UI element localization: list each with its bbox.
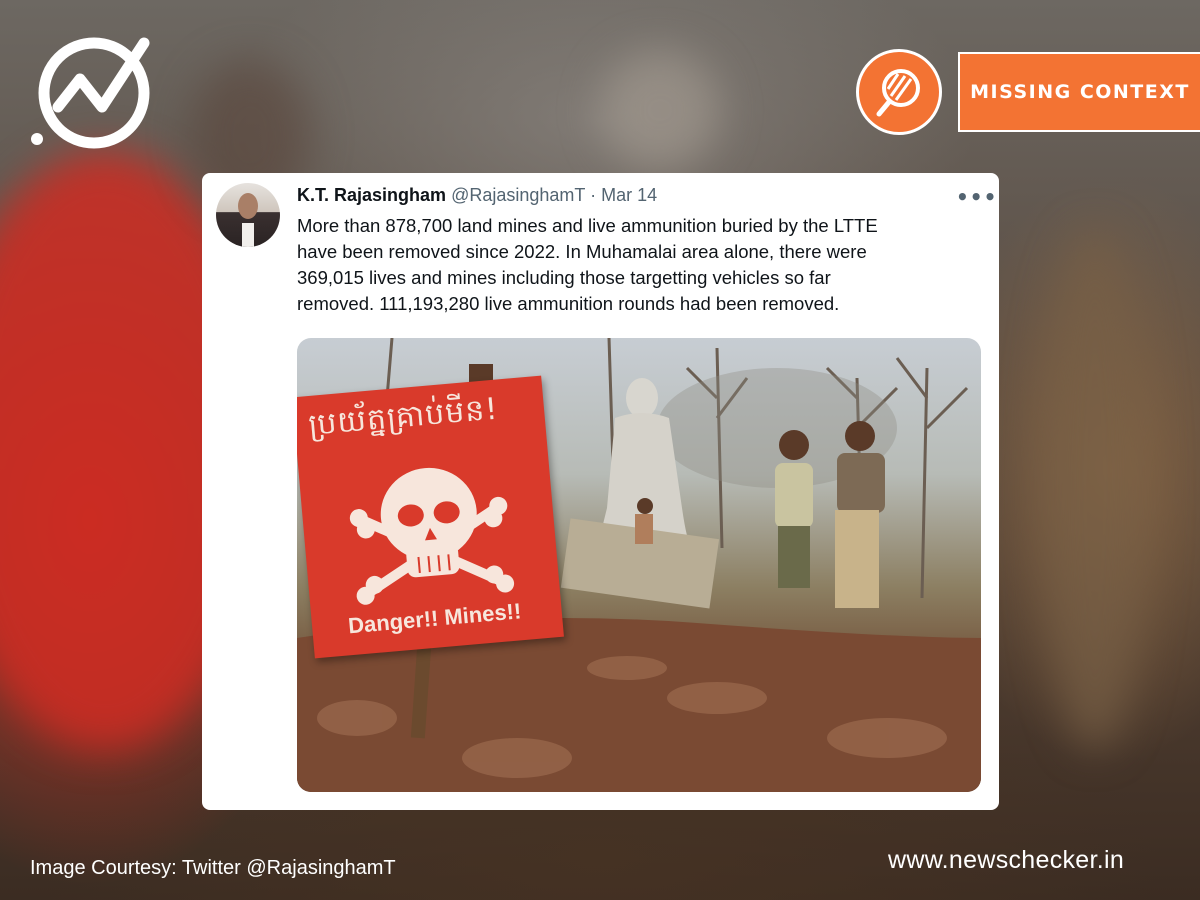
image-credit: Image Courtesy: Twitter @RajasinghamT <box>30 857 396 879</box>
blurred-figure <box>1040 230 1150 750</box>
author-name[interactable]: K.T. Rajasingham <box>297 185 446 205</box>
avatar-face <box>238 193 258 219</box>
separator: · <box>590 185 597 205</box>
more-options-icon[interactable]: ••• <box>956 185 997 209</box>
magnifier-stripes-icon <box>876 69 920 117</box>
verdict-badge: MISSING CONTEXT <box>958 52 1200 132</box>
danger-sign: ប្រយ័ត្នគ្រាប់មីន! Danger!! Mines!! <box>297 375 564 659</box>
newschecker-logo <box>31 37 150 149</box>
site-url: www.newschecker.in <box>888 846 1125 874</box>
tweet-header: K.T. Rajasingham @RajasinghamT · Mar 14 <box>297 185 657 206</box>
tweet-date[interactable]: Mar 14 <box>601 185 657 205</box>
avatar[interactable] <box>216 183 280 247</box>
tweet-card: K.T. Rajasingham @RajasinghamT · Mar 14 … <box>202 173 999 810</box>
blurred-shape <box>600 50 720 170</box>
tweet-photo[interactable]: ប្រយ័ត្នគ្រាប់មីន! Danger!! Mines!! <box>297 338 981 792</box>
verdict-icon <box>856 49 942 135</box>
tweet-text: More than 878,700 land mines and live am… <box>297 215 878 314</box>
author-handle[interactable]: @RajasinghamT <box>451 185 585 205</box>
avatar-shirt <box>242 223 254 247</box>
